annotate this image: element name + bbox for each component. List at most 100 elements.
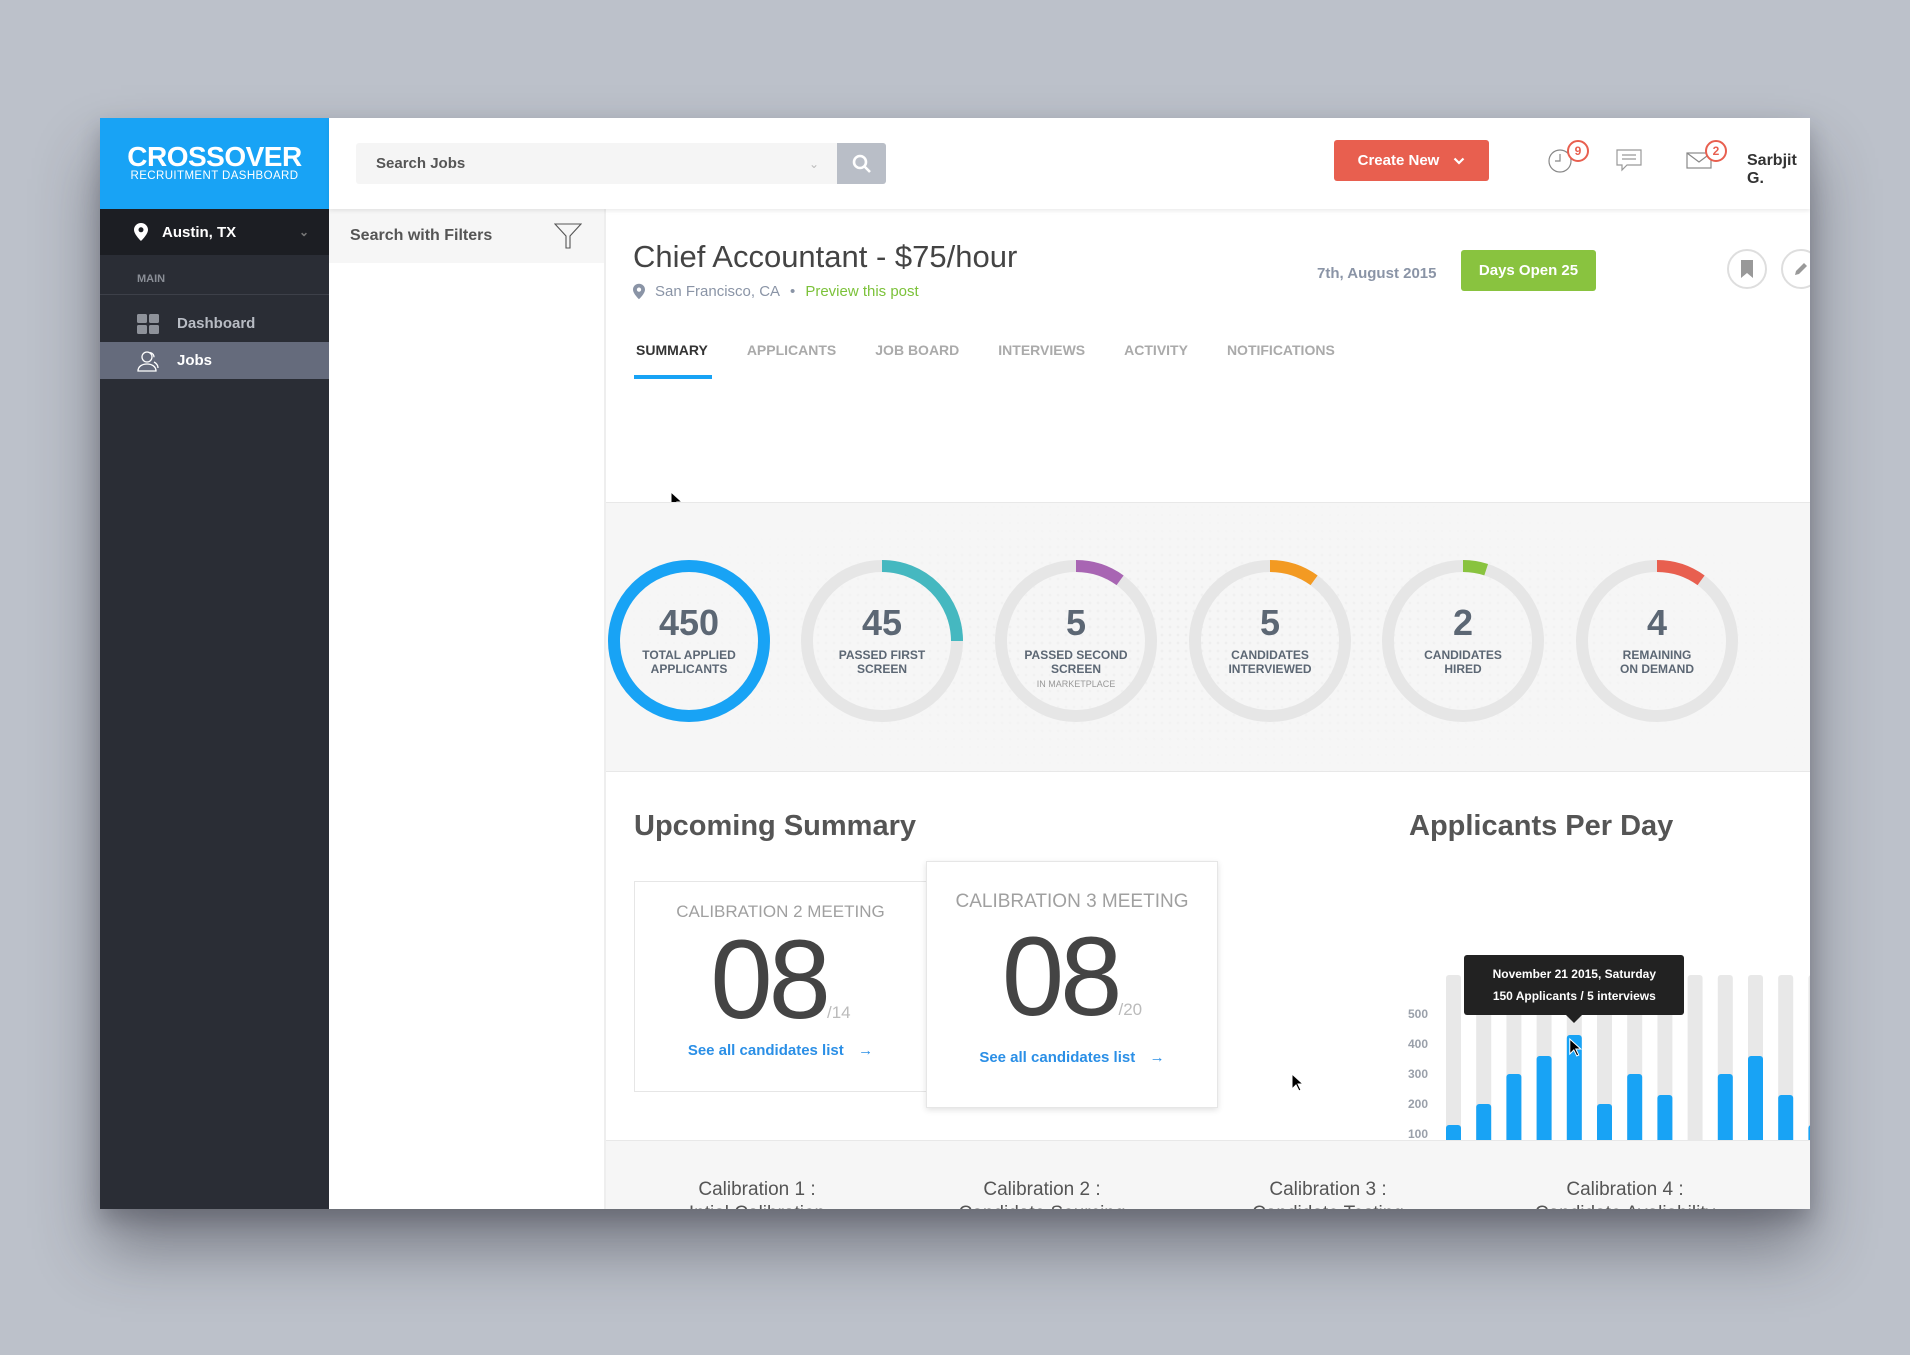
stat-label: PASSED SECOND SCREEN IN MARKETPLACE — [993, 648, 1159, 691]
stat-label: REMAINING ON DEMAND — [1620, 648, 1694, 676]
chevron-down-icon[interactable]: ⌄ — [809, 157, 819, 171]
tab-applicants[interactable]: APPLICANTS — [747, 342, 836, 378]
top-header: Search Jobs ⌄ Create New 9 2 Sarbjit G. — [329, 118, 1810, 209]
days-open-badge[interactable]: Days Open 25 — [1461, 250, 1596, 291]
filter-panel: Search with Filters — [329, 209, 606, 1209]
mail-badge: 2 — [1705, 140, 1727, 162]
see-candidates-link[interactable]: See all candidates list → — [635, 1042, 926, 1060]
meeting-count: 08 — [710, 917, 831, 1042]
stat-label: CANDIDATES HIRED — [1424, 648, 1502, 676]
calibration-steps: Calibration 1 :Intial Calibration1Calibr… — [606, 1140, 1810, 1209]
preview-post-link[interactable]: Preview this post — [805, 283, 918, 300]
step-label: Calibration 1 : Intial Calibration — [627, 1178, 887, 1209]
tooltip-date: November 21 2015, Saturday — [1492, 967, 1656, 981]
stat-ring: 2 CANDIDATES HIRED — [1380, 558, 1546, 724]
bar-track — [1687, 975, 1703, 1164]
stat-value: 450 — [658, 602, 720, 643]
chevron-down-icon: ⌄ — [298, 225, 309, 239]
meeting-title: CALIBRATION 3 MEETING — [955, 891, 1189, 912]
see-candidates-label: See all candidates list — [687, 1042, 844, 1059]
tab-job-board[interactable]: JOB BOARD — [875, 342, 959, 378]
location-selector[interactable]: Austin, TX ⌄ — [100, 209, 329, 255]
app-window: CROSSOVER RECRUITMENT DASHBOARD Austin, … — [100, 118, 1810, 1209]
job-location: San Francisco, CA — [655, 283, 781, 300]
location-label: Austin, TX — [162, 223, 237, 241]
sidebar-item-dashboard[interactable]: Dashboard — [100, 305, 329, 342]
tab-activity[interactable]: ACTIVITY — [1124, 342, 1188, 378]
tab-summary[interactable]: SUMMARY — [634, 342, 712, 379]
step-title: Calibration 1 : — [698, 1179, 816, 1200]
step-label: Calibration 4 : Candidate Avaliability — [1495, 1178, 1755, 1209]
sidebar-item-jobs[interactable]: Jobs — [100, 342, 329, 379]
chart-tooltip: November 21 2015, Saturday 150 Applicant… — [1464, 955, 1685, 1023]
see-candidates-label: See all candidates list — [979, 1049, 1136, 1066]
stat-label: TOTAL APPLIED APPLICANTS — [642, 648, 736, 676]
edit-button[interactable] — [1781, 249, 1810, 289]
filter-title: Search with Filters — [350, 227, 493, 244]
job-date: 7th, August 2015 — [1317, 265, 1437, 282]
sidebar: CROSSOVER RECRUITMENT DASHBOARD Austin, … — [100, 118, 329, 1209]
meeting-count: 08 — [1001, 914, 1123, 1039]
step-subtitle: Candidate Sourcing — [912, 1202, 1172, 1209]
search-icon — [852, 154, 871, 173]
y-tick-label: 100 — [1408, 1127, 1428, 1141]
tab-notifications[interactable]: NOTIFICATIONS — [1227, 342, 1335, 378]
search-button[interactable] — [837, 143, 886, 184]
step-subtitle: Intial Calibration — [627, 1202, 887, 1209]
activity-notifications-button[interactable]: 9 — [1547, 140, 1589, 180]
job-meta: San Francisco, CA • Preview this post — [633, 283, 919, 300]
brand-logo[interactable]: CROSSOVER RECRUITMENT DASHBOARD — [100, 118, 329, 209]
meeting-card-calibration-2: CALIBRATION 2 MEETING 08/14 See all cand… — [634, 881, 927, 1092]
main-content: Chief Accountant - $75/hour San Francisc… — [606, 209, 1810, 1209]
chat-icon — [1616, 149, 1642, 172]
tab-interviews[interactable]: INTERVIEWS — [998, 342, 1085, 378]
arrow-right-icon: → — [1149, 1049, 1165, 1066]
brand-subtitle: RECRUITMENT DASHBOARD — [130, 170, 299, 182]
user-icon — [137, 350, 159, 372]
chevron-down-icon — [1454, 157, 1465, 165]
sidebar-item-label: Jobs — [177, 352, 213, 369]
sidebar-item-label: Dashboard — [177, 315, 256, 332]
mail-button[interactable]: 2 — [1685, 140, 1727, 180]
meeting-total: /14 — [826, 1003, 851, 1022]
job-title: Chief Accountant - $75/hour — [633, 239, 1018, 274]
messages-button[interactable] — [1614, 144, 1650, 180]
stat-ring: 5 CANDIDATES INTERVIEWED — [1187, 558, 1353, 724]
stat-value: 4 — [1646, 602, 1668, 643]
see-candidates-link[interactable]: See all candidates list → — [927, 1049, 1217, 1067]
stat-value: 5 — [1259, 602, 1281, 643]
meeting-count-row: 08/20 — [927, 921, 1217, 1033]
location-pin-icon — [134, 223, 148, 241]
step-title: Calibration 2 : — [983, 1179, 1101, 1200]
stat-value: 45 — [861, 602, 903, 643]
upcoming-summary-title: Upcoming Summary — [634, 810, 916, 842]
create-new-button[interactable]: Create New — [1334, 140, 1489, 181]
search-jobs-input[interactable]: Search Jobs ⌄ — [356, 143, 886, 184]
job-tabs: SUMMARY APPLICANTS JOB BOARD INTERVIEWS … — [634, 342, 1374, 379]
bookmark-icon — [1741, 260, 1753, 278]
step-subtitle: Candidate Avaliability — [1495, 1202, 1755, 1209]
notification-badge: 9 — [1567, 140, 1589, 162]
stat-label: PASSED FIRST SCREEN — [838, 648, 926, 676]
meeting-card-calibration-3: CALIBRATION 3 MEETING 08/20 See all cand… — [926, 861, 1218, 1108]
meeting-count-row: 08/14 — [635, 924, 926, 1036]
stat-ring: 4 REMAINING ON DEMAND — [1574, 558, 1740, 724]
bookmark-button[interactable] — [1727, 249, 1767, 289]
arrow-right-icon: → — [858, 1042, 874, 1059]
chart-title: Applicants Per Day — [1409, 810, 1674, 842]
stat-sublabel: IN MARKETPLACE — [1036, 679, 1116, 689]
filter-header[interactable]: Search with Filters — [329, 209, 604, 263]
step-label: Calibration 2 : Candidate Sourcing — [912, 1178, 1172, 1209]
stat-value: 2 — [1452, 602, 1474, 643]
meeting-total: /20 — [1118, 1000, 1143, 1019]
stat-ring: 5 PASSED SECOND SCREEN IN MARKETPLACE — [993, 558, 1159, 724]
step-title: Calibration 3 : — [1269, 1179, 1387, 1200]
user-name[interactable]: Sarbjit G. — [1747, 152, 1810, 188]
pencil-icon — [1795, 263, 1807, 275]
stat-value: 5 — [1065, 602, 1087, 643]
stat-ring: 450 TOTAL APPLIED APPLICANTS — [606, 558, 772, 724]
filter-icon[interactable] — [554, 222, 582, 250]
grid-icon — [137, 313, 159, 334]
brand-name: CROSSOVER — [127, 141, 302, 172]
tooltip-detail: 150 Applicants / 5 interviews — [1492, 989, 1656, 1003]
